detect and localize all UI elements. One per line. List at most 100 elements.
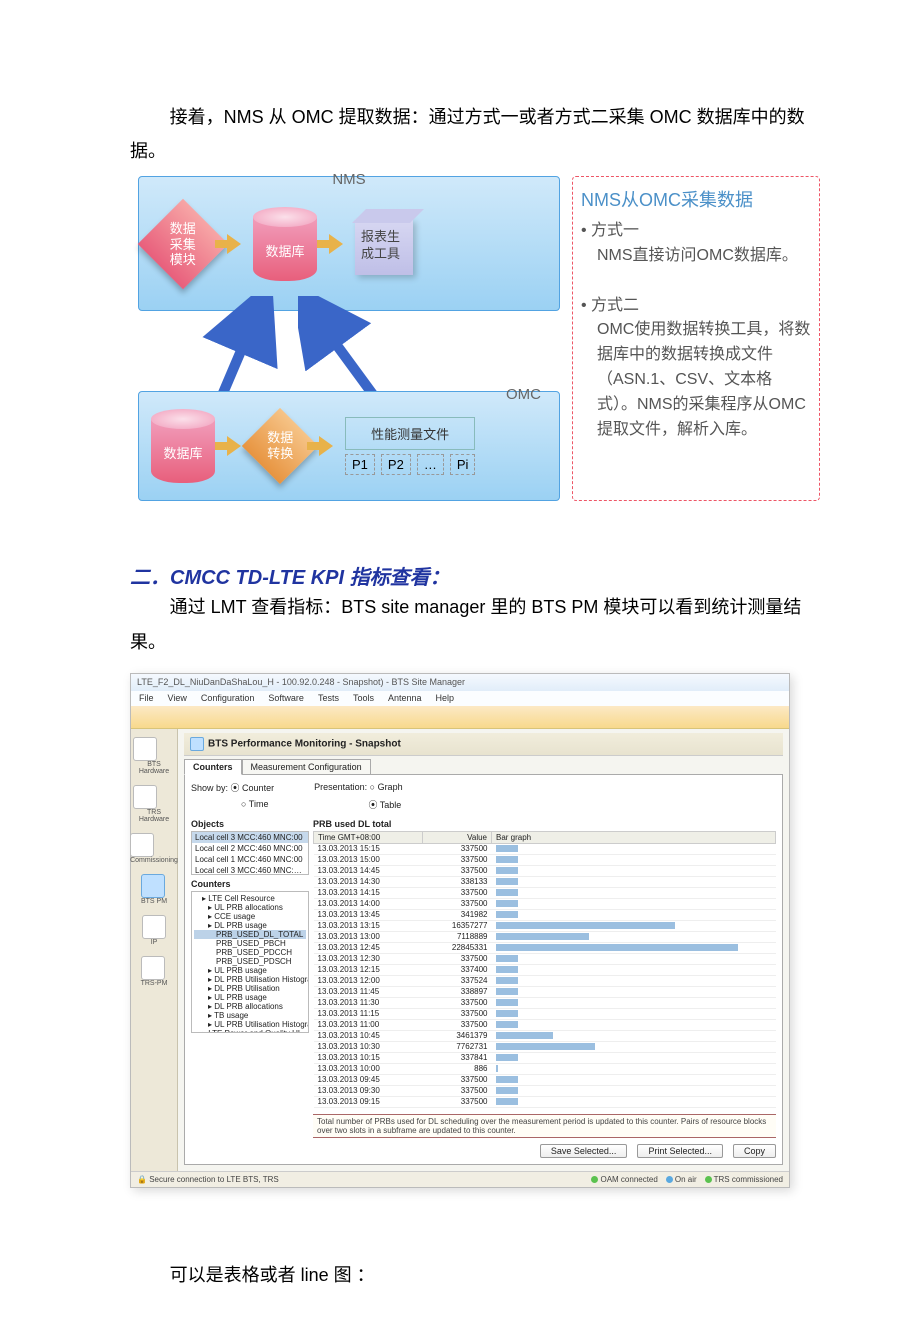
table-row: 13.03.2013 12:4522845331 xyxy=(314,942,776,953)
table-row: 13.03.2013 12:15337400 xyxy=(314,964,776,975)
tree-node[interactable]: ▸ UL PRB usage xyxy=(194,993,306,1002)
copy-button[interactable]: Copy xyxy=(733,1144,776,1158)
col-value[interactable]: Value xyxy=(423,831,492,843)
tree-node[interactable]: ▸ DL PRB allocations xyxy=(194,1002,306,1011)
object-item[interactable]: Local cell 3 MCC:460 MNC:00 ECI:844595 xyxy=(192,865,308,875)
table-row: 13.03.2013 10:307762731 xyxy=(314,1041,776,1052)
left-nav: BTS Hardware TRS Hardware Commissioning BTS… xyxy=(131,729,178,1171)
tree-node[interactable]: PRB_USED_PDSCH xyxy=(194,957,306,966)
table-row: 13.03.2013 10:15337841 xyxy=(314,1052,776,1063)
section-heading: 二．CMCC TD-LTE KPI 指标查看： xyxy=(130,561,790,590)
col-time[interactable]: Time GMT+08:00 xyxy=(314,831,423,843)
object-item[interactable]: Local cell 3 MCC:460 MNC:00 xyxy=(192,832,308,843)
table-row: 13.03.2013 09:45337500 xyxy=(314,1074,776,1085)
tree-node[interactable]: ▸ TB usage xyxy=(194,1011,306,1020)
data-table: Time GMT+08:00 Value Bar graph 13.03.201… xyxy=(313,831,776,1108)
nav-bts-pm[interactable]: BTS PM xyxy=(141,874,167,905)
menu-antenna[interactable]: Antenna xyxy=(388,693,422,703)
menu-tests[interactable]: Tests xyxy=(318,693,339,703)
diagram-row: NMS 数据 采集 模块 数据库 报表生 成工具 OMC 数据库 xyxy=(138,176,790,501)
col-bar[interactable]: Bar graph xyxy=(492,831,776,843)
intro-paragraph-2: 通过 LMT 查看指标：BTS site manager 里的 BTS PM 模… xyxy=(130,590,805,658)
save-selected-button[interactable]: Save Selected... xyxy=(540,1144,628,1158)
tree-node[interactable]: PRB_USED_PDCCH xyxy=(194,948,306,957)
object-item[interactable]: Local cell 2 MCC:460 MNC:00 xyxy=(192,843,308,854)
table-row: 13.03.2013 14:30338133 xyxy=(314,876,776,887)
menu-bar: File View Configuration Software Tests Tools A… xyxy=(131,691,789,706)
table-row: 13.03.2013 15:15337500 xyxy=(314,843,776,854)
table-row: 13.03.2013 10:453461379 xyxy=(314,1030,776,1041)
window-title: LTE_F2_DL_NiuDanDaShaLou_H - 100.92.0.24… xyxy=(131,674,789,691)
opt-table[interactable]: ⦿ Table xyxy=(368,798,401,811)
method-2-body: OMC使用数据转换工具，将数据库中的数据转换成文件（ASN.1、CSV、文本格式… xyxy=(597,318,811,442)
tree-node[interactable]: ▸ CCE usage xyxy=(194,912,306,921)
counters-label: Counters xyxy=(191,879,309,889)
nms-label: NMS xyxy=(332,171,365,188)
menu-file[interactable]: File xyxy=(139,693,154,703)
table-row: 13.03.2013 12:00337524 xyxy=(314,975,776,986)
menu-view[interactable]: View xyxy=(168,693,187,703)
tree-node[interactable]: ▸ UL PRB Utilisation Histogram xyxy=(194,1020,306,1029)
menu-software[interactable]: Software xyxy=(268,693,304,703)
tree-node[interactable]: ▸ UL PRB allocations xyxy=(194,903,306,912)
table-row: 13.03.2013 13:007118889 xyxy=(314,931,776,942)
tree-node[interactable]: ▸ DL PRB usage xyxy=(194,921,306,930)
counter-description: Total number of PRBs used for DL schedul… xyxy=(313,1114,776,1138)
menu-configuration[interactable]: Configuration xyxy=(201,693,255,703)
nav-ip[interactable]: IP xyxy=(142,915,166,946)
tree-node[interactable]: ▸ LTE Cell Resource xyxy=(194,894,306,903)
perf-file-title: 性能测量文件 xyxy=(345,417,475,450)
method-2-title: • 方式二 xyxy=(581,294,811,319)
arrow-icon xyxy=(329,234,343,254)
pres-label: Presentation: ○ Graph xyxy=(314,782,403,792)
objects-list[interactable]: Local cell 3 MCC:460 MNC:00Local cell 2 … xyxy=(191,831,309,875)
nms-container: NMS 数据 采集 模块 数据库 报表生 成工具 xyxy=(138,176,560,311)
table-row: 13.03.2013 11:15337500 xyxy=(314,1008,776,1019)
intro-paragraph-3: 可以是表格或者 line 图 ： xyxy=(130,1258,805,1292)
app-window: LTE_F2_DL_NiuDanDaShaLou_H - 100.92.0.24… xyxy=(130,673,790,1188)
opt-time[interactable]: ○ Time xyxy=(241,799,268,809)
tab-counters[interactable]: Counters xyxy=(184,759,242,775)
arrow-icon xyxy=(227,436,241,456)
omc-container: OMC 数据库 数据 转换 性能测量文件 P1P2…Pi xyxy=(138,391,560,501)
cylinder-db-1: 数据库 xyxy=(253,207,317,281)
arrow-icon xyxy=(227,234,241,254)
omc-label: OMC xyxy=(506,386,541,403)
menu-help[interactable]: Help xyxy=(436,693,455,703)
tree-node[interactable]: PRB_USED_DL_TOTAL xyxy=(194,930,306,939)
object-item[interactable]: Local cell 1 MCC:460 MNC:00 xyxy=(192,854,308,865)
objects-label: Objects xyxy=(191,819,309,829)
counters-tree[interactable]: ▸ LTE Cell Resource▸ UL PRB allocations▸… xyxy=(191,891,309,1033)
table-row: 13.03.2013 13:1516357277 xyxy=(314,920,776,931)
table-row: 13.03.2013 13:45341982 xyxy=(314,909,776,920)
intro-paragraph-1: 接着，NMS 从 OMC 提取数据：通过方式一或者方式二采集 OMC 数据库中的… xyxy=(130,100,805,168)
tree-node[interactable]: PRB_USED_PBCH xyxy=(194,939,306,948)
panel-header: BTS Performance Monitoring - Snapshot xyxy=(184,733,783,756)
tree-node[interactable]: ▸ DL PRB Utilisation xyxy=(194,984,306,993)
tree-node[interactable]: ▸ UL PRB usage xyxy=(194,966,306,975)
cube-report-tool: 报表生 成工具 xyxy=(355,209,421,279)
nav-bts-hardware[interactable]: BTS Hardware xyxy=(133,737,175,775)
table-row: 13.03.2013 11:30337500 xyxy=(314,997,776,1008)
table-row: 13.03.2013 12:30337500 xyxy=(314,953,776,964)
cylinder-db-2: 数据库 xyxy=(151,409,215,483)
print-selected-button[interactable]: Print Selected... xyxy=(637,1144,723,1158)
table-row: 13.03.2013 14:00337500 xyxy=(314,898,776,909)
panel-icon xyxy=(190,737,204,751)
nav-commissioning[interactable]: Commissioning xyxy=(130,833,178,864)
nav-trs-hardware[interactable]: TRS Hardware xyxy=(133,785,175,823)
table-row: 13.03.2013 15:00337500 xyxy=(314,854,776,865)
menu-tools[interactable]: Tools xyxy=(353,693,374,703)
table-row: 13.03.2013 14:15337500 xyxy=(314,887,776,898)
method-1-title: • 方式一 xyxy=(581,219,811,244)
table-row: 13.03.2013 09:30337500 xyxy=(314,1085,776,1096)
table-row: 13.03.2013 11:00337500 xyxy=(314,1019,776,1030)
table-row: 13.03.2013 14:45337500 xyxy=(314,865,776,876)
tab-measurement-config[interactable]: Measurement Configuration xyxy=(242,759,371,775)
showby-label: Show by: ⦿ Counter xyxy=(191,781,274,794)
table-row: 13.03.2013 09:15337500 xyxy=(314,1096,776,1107)
method-1-body: NMS直接访问OMC数据库。 xyxy=(597,244,811,269)
nav-trs-pm[interactable]: TRS-PM xyxy=(141,956,168,987)
tree-node[interactable]: ▸ LTE Power and Quality UL xyxy=(194,1029,306,1033)
tree-node[interactable]: ▸ DL PRB Utilisation Histogram xyxy=(194,975,306,984)
